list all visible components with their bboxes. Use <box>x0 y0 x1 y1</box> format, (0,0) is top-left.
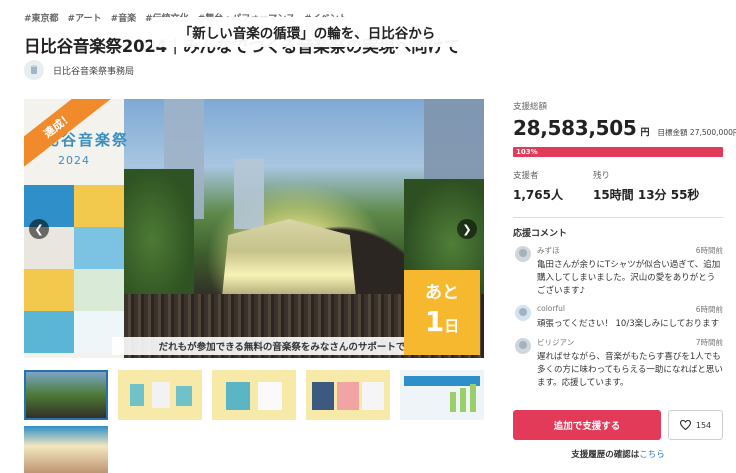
comment-item: colorful 6時間前 頑張ってください！ 10/3楽しみにしております <box>513 304 723 331</box>
poster-tile <box>74 269 124 311</box>
countdown-number: 1 <box>424 305 445 338</box>
comment-time: 6時間前 <box>695 305 723 314</box>
divider <box>513 217 723 218</box>
thumbnail-5[interactable] <box>400 370 484 420</box>
comment-user[interactable]: みずほ <box>537 245 560 256</box>
favorite-count: 154 <box>695 420 712 430</box>
history-text: 支援履歴の確認は <box>571 450 640 460</box>
countdown-label: あと <box>425 283 459 303</box>
thumbnail-6[interactable] <box>24 426 108 473</box>
hero-caption: だれもが参加できる無料の音楽祭をみなさんのサポートで <box>112 337 452 355</box>
poster-tile <box>74 227 124 269</box>
comments-title: 応援コメント <box>513 229 568 239</box>
poster-tile <box>74 185 124 227</box>
thumbnail-4[interactable] <box>306 370 390 420</box>
countdown-unit: 日 <box>444 317 460 335</box>
poster-year: 2024 <box>58 154 90 167</box>
comment-time: 6時間前 <box>695 246 723 255</box>
total-label: 支援総額 <box>513 102 548 112</box>
tag-tokyo[interactable]: #東京都 <box>24 11 59 24</box>
thumbnail-2[interactable] <box>118 370 202 420</box>
supporters-label: 支援者 <box>513 171 539 181</box>
chevron-left-icon[interactable]: ❮ <box>29 219 49 239</box>
comment-text: 亀田さんが余りにTシャツが似合い過ぎて、追加購入してしまいました。沢山の愛をあり… <box>537 260 721 296</box>
remaining-label: 残り <box>592 171 610 181</box>
organizer[interactable]: 日比谷音楽祭事務局 <box>24 60 134 80</box>
thumbnail-3[interactable] <box>212 370 296 420</box>
chevron-right-icon[interactable]: ❯ <box>457 219 477 239</box>
comment-user[interactable]: ビリジアン <box>537 337 574 348</box>
user-avatar <box>515 338 531 354</box>
poster-tile <box>24 311 74 353</box>
tag-art[interactable]: #アート <box>68 11 102 24</box>
goal-amount: 目標金額 27,500,000円 <box>657 128 736 137</box>
history-link[interactable]: こちら <box>639 450 665 460</box>
progress-bar: 103% <box>513 147 723 157</box>
support-history: 支援履歴の確認はこちら <box>513 448 723 460</box>
comment-text: 頑張ってください！ 10/3楽しみにしております <box>537 319 720 329</box>
comment-item: ビリジアン 7時間前 遅ればせながら、音楽がもたらす喜びを1人でも多くの方に味わ… <box>513 337 723 390</box>
user-avatar <box>515 246 531 262</box>
progress-text: 103% <box>516 148 538 156</box>
comment-user[interactable]: colorful <box>537 304 565 315</box>
organizer-logo-icon <box>24 60 44 80</box>
comment-text: 遅ればせながら、音楽がもたらす喜びを1人でも多くの方に味わってもらえる一助になれ… <box>537 352 723 388</box>
amount-currency: 円 <box>640 128 650 138</box>
heart-icon <box>679 420 691 430</box>
amount-value: 28,583,505 <box>513 116 637 140</box>
stage <box>221 219 357 299</box>
funding-amount: 28,583,505 円 目標金額 27,500,000円 <box>513 116 736 140</box>
organizer-name: 日比谷音楽祭事務局 <box>53 66 135 77</box>
countdown-badge: あと 1日 <box>404 270 480 355</box>
favorite-button[interactable]: 154 <box>668 410 723 440</box>
funding-panel: 支援総額 28,583,505 円 目標金額 27,500,000円 103% … <box>513 100 736 390</box>
comment-time: 7時間前 <box>695 338 723 347</box>
thumbnail-1[interactable] <box>24 370 108 420</box>
poster-tile <box>24 269 74 311</box>
supporters-count: 1,765人 <box>513 188 563 202</box>
tag-music[interactable]: #音楽 <box>111 11 137 24</box>
remaining-time: 15時間 13分 55秒 <box>592 188 700 202</box>
support-button[interactable]: 追加で支援する <box>513 410 661 440</box>
user-avatar <box>515 305 531 321</box>
comment-item: みずほ 6時間前 亀田さんが余りにTシャツが似合い過ぎて、追加購入してしまいまし… <box>513 245 723 298</box>
countdown-value: 1日 <box>404 305 480 338</box>
hero-banner: 「新しい音楽の循環」の輪を、日比谷から <box>152 17 462 47</box>
funding-stats: 支援者 1,765人 残り 15時間 13分 55秒 <box>513 169 723 203</box>
